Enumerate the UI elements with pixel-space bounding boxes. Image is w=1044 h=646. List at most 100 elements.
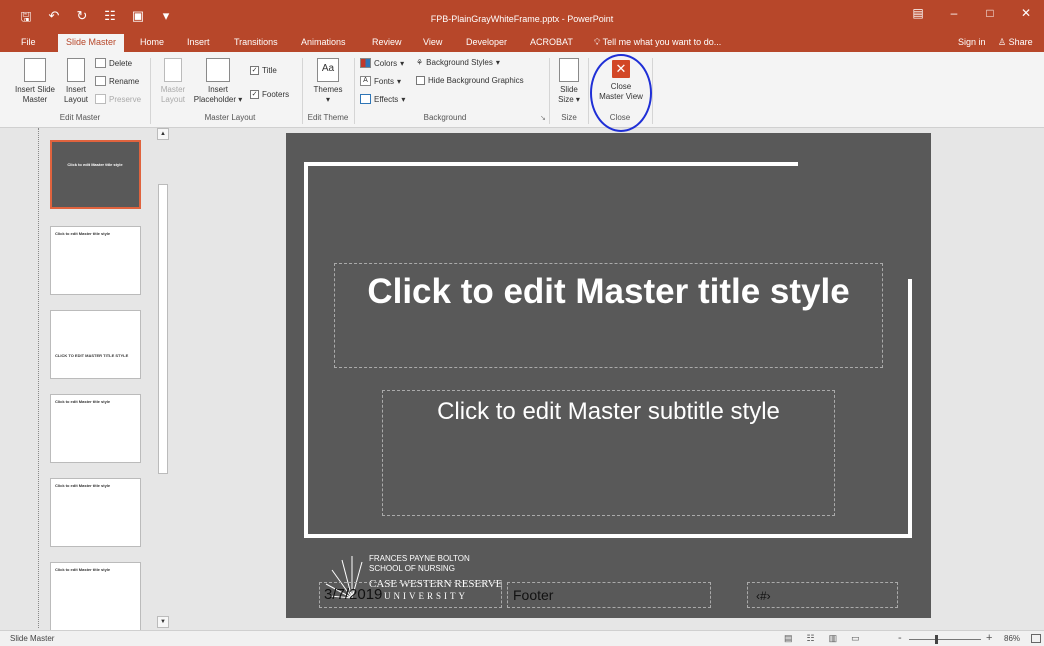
frame-line-right [908,279,912,538]
thumbnail-title: Click to edit Master title style [55,231,111,236]
slide-sorter-icon[interactable]: ☷ [807,633,815,644]
title-checkbox[interactable]: ✓ Title [250,66,277,75]
tab-acrobat[interactable]: ACROBAT [530,37,573,47]
title-check-icon: ✓ [250,66,259,75]
tab-insert[interactable]: Insert [187,37,210,47]
colors-label: Colors [374,58,398,68]
delete-button[interactable]: Delete [95,58,132,68]
date-placeholder[interactable]: 3/7/2019 [319,582,502,608]
thumbnail-layout[interactable]: Click to edit Master title style [50,394,141,463]
footers-checkbox-label: Footers [262,90,290,99]
themes-label: Themes [313,85,343,94]
paint-bucket-icon: ⚘ [416,58,424,67]
scroll-down-icon[interactable]: ▼ [157,616,169,628]
zoom-level[interactable]: 86% [1004,634,1020,643]
insert-placeholder-label-2: Placeholder ▾ [190,95,246,105]
slide-canvas[interactable]: Click to edit Master title style Click t… [286,133,931,618]
logo-line-1: FRANCES PAYNE BOLTON [369,554,470,563]
normal-view-icon[interactable]: ▤ [784,633,793,644]
slide-size-icon [559,58,579,82]
thumbnail-layout[interactable]: Click to edit Master title style [50,226,141,295]
insert-placeholder-label-1: Insert [207,85,228,94]
master-layout-label-2: Layout [160,95,186,104]
edit-theme-group-label: Edit Theme [307,113,349,122]
colors-icon [360,58,371,68]
insert-placeholder-button[interactable]: Insert Placeholder ▾ [190,58,246,105]
zoom-out-button[interactable]: - [898,632,902,644]
tab-review[interactable]: Review [372,37,402,47]
insert-slide-master-label-1: Insert Slide [14,85,56,94]
preserve-button[interactable]: Preserve [95,94,141,104]
share-label: Share [1008,37,1033,47]
minimize-icon[interactable]: – [936,6,972,20]
slide-number-placeholder[interactable]: ‹#› [747,582,898,608]
reading-view-icon[interactable]: ▥ [829,633,838,644]
thumbnail-title: CLICK TO EDIT MASTER TITLE STYLE [55,353,129,358]
scroll-thumb[interactable] [158,184,168,474]
scroll-up-icon[interactable]: ▲ [157,128,169,140]
placeholder-icon [206,58,230,82]
thumbnail-master[interactable]: Click to edit Master title style [50,140,141,209]
master-layout-icon [164,58,182,82]
zoom-slider[interactable] [909,639,981,640]
effects-icon [360,94,371,104]
footers-checkbox[interactable]: ✓ Footers [250,90,289,99]
tab-slide-master[interactable]: Slide Master [58,34,125,52]
close-window-icon[interactable]: ✕ [1008,6,1044,20]
themes-button[interactable]: Aa Themes ▾ [308,58,348,105]
thumbnail-title: Click to edit Master title style [55,483,111,488]
zoom-slider-handle[interactable] [935,635,938,644]
fonts-label: Fonts [374,76,395,86]
thumbnail-layout[interactable]: CLICK TO EDIT MASTER TITLE STYLE [50,310,141,379]
thumbnail-layout[interactable]: Click to edit Master title style [50,562,141,631]
slide-size-text: Size [558,95,574,104]
fit-to-window-icon[interactable] [1031,634,1041,643]
delete-icon [95,58,106,68]
background-styles-button[interactable]: ⚘ Background Styles ▾ [416,58,500,67]
insert-placeholder-text: Placeholder [193,95,236,104]
insert-slide-master-label-2: Master [22,95,48,104]
tab-file[interactable]: File [21,37,36,47]
slide-show-icon[interactable]: ▭ [851,633,860,644]
effects-label: Effects [374,94,399,104]
logo-line-2: SCHOOL OF NURSING [369,564,455,573]
themes-dropdown-icon: ▾ [325,95,330,104]
effects-button[interactable]: Effects ▾ [360,94,405,104]
frame-line-left [304,162,308,538]
thumbnail-scrollbar[interactable]: ▲ ▼ [157,128,169,628]
title-placeholder[interactable]: Click to edit Master title style [334,263,883,368]
dropdown-arrow-icon: ▾ [397,76,402,86]
preserve-label: Preserve [109,94,142,104]
delete-label: Delete [109,58,133,68]
insert-slide-master-button[interactable]: Insert Slide Master [8,58,62,105]
hide-background-graphics-checkbox[interactable]: Hide Background Graphics [416,76,524,85]
tab-home[interactable]: Home [140,37,164,47]
ribbon-display-icon[interactable]: ▤ [900,6,936,20]
share-button[interactable]: ♙ Share [998,37,1033,48]
subtitle-placeholder[interactable]: Click to edit Master subtitle style [382,390,835,516]
background-dialog-launcher-icon[interactable]: ↘ [540,114,546,122]
group-separator [549,58,550,124]
rename-button[interactable]: Rename [95,76,139,86]
master-layout-button[interactable]: Master Layout [156,58,190,105]
insert-layout-button[interactable]: Insert Layout [58,58,94,105]
rename-icon [95,76,106,86]
slide-size-label-1: Slide [560,85,578,94]
colors-button[interactable]: Colors ▾ [360,58,404,68]
tab-transitions[interactable]: Transitions [234,37,278,47]
size-group-label: Size [561,113,577,122]
fonts-button[interactable]: A Fonts ▾ [360,76,401,86]
tab-developer[interactable]: Developer [466,37,507,47]
tell-me-box[interactable]: 💡︎ Tell me what you want to do... [594,37,721,48]
tab-animations[interactable]: Animations [301,37,346,47]
annotation-circle [590,54,652,132]
thumbnail-layout[interactable]: Click to edit Master title style [50,478,141,547]
footer-placeholder[interactable]: Footer [507,582,711,608]
thumbnail-pane: Click to edit Master title style Click t… [0,128,175,631]
zoom-in-button[interactable]: + [986,632,992,644]
ribbon-tabs: File Slide Master Home Insert Transition… [0,32,1044,52]
tab-view[interactable]: View [423,37,442,47]
sign-in-link[interactable]: Sign in [958,37,986,47]
maximize-icon[interactable]: □ [972,6,1008,20]
slide-size-button[interactable]: Slide Size ▾ [553,58,585,105]
